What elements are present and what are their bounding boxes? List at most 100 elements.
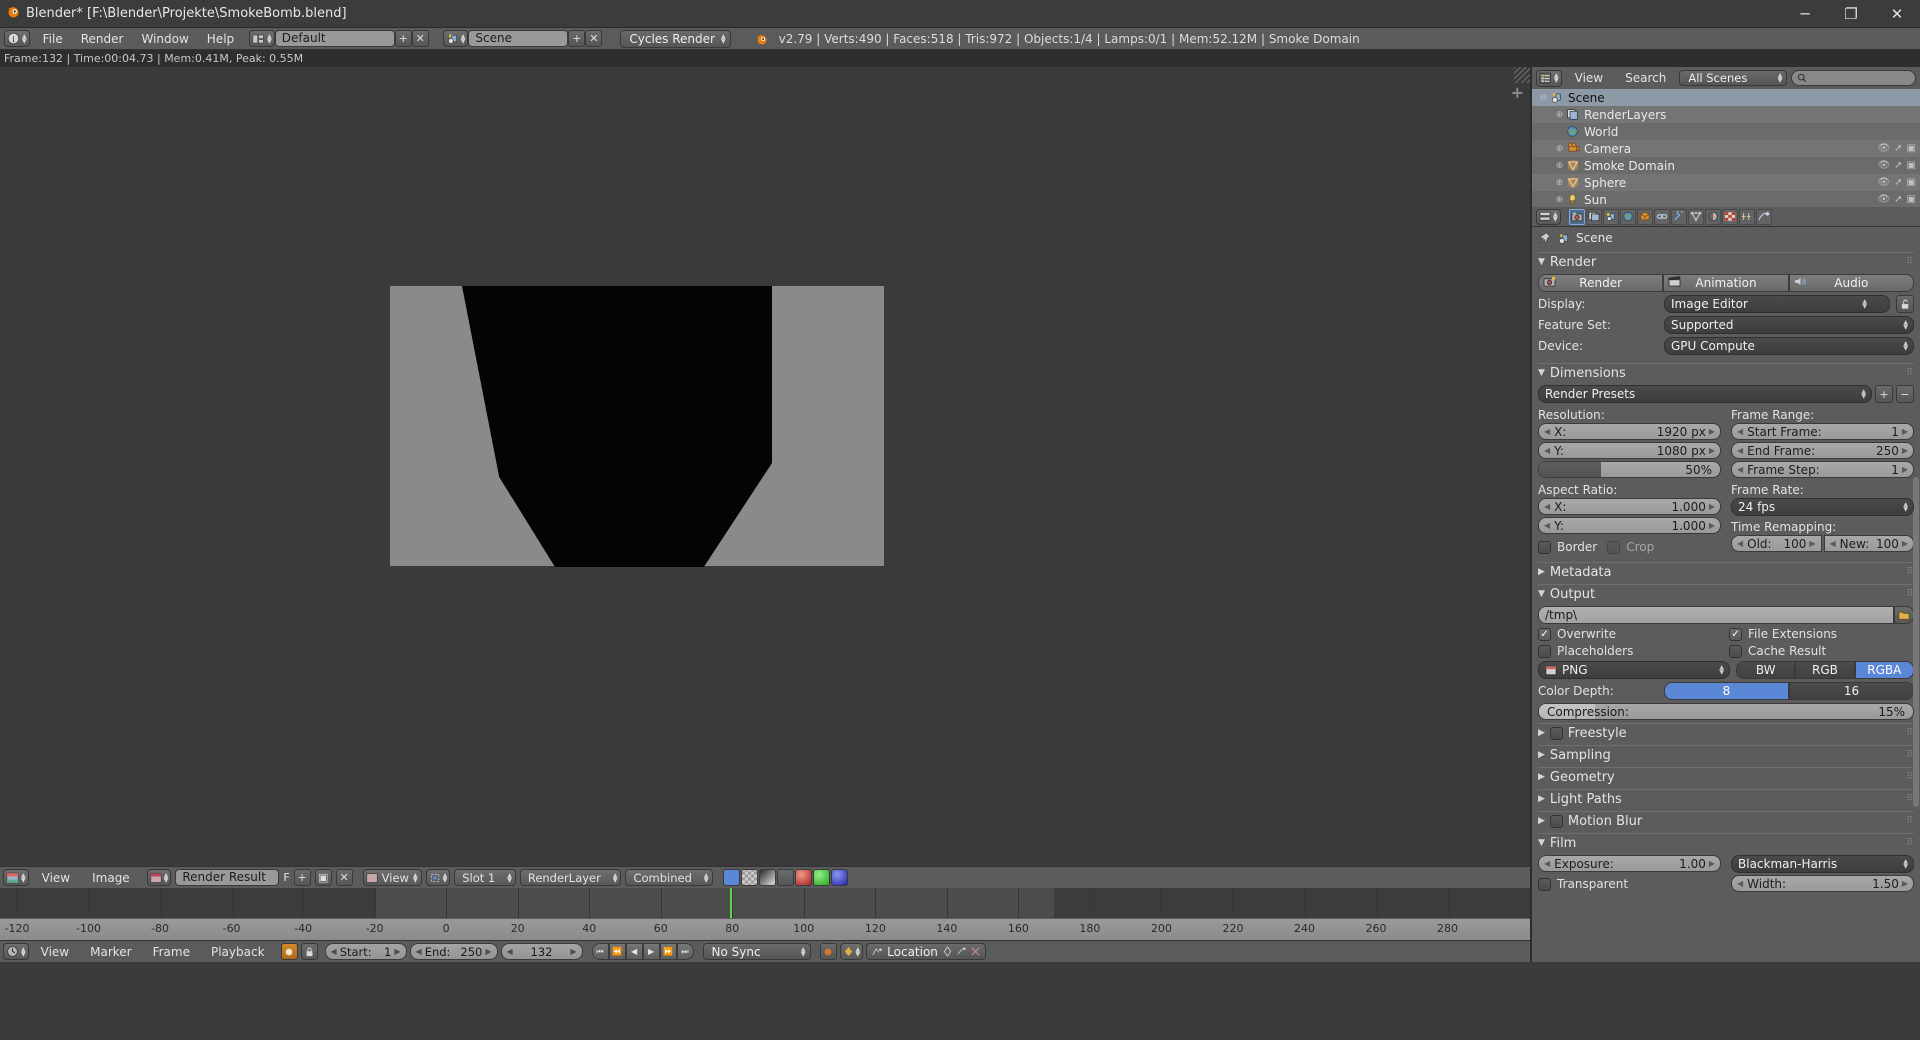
panel-header-geometry[interactable]: ▶ Geometry ⠿ (1538, 767, 1914, 786)
panel-header-render[interactable]: ▼ Render ⠿ (1538, 252, 1914, 271)
color-mode-bw-button[interactable]: BW (1736, 661, 1796, 679)
increment-icon[interactable]: ▶ (1709, 502, 1715, 511)
resolution-x-field[interactable]: ◀ X: 1920 px ▶ (1538, 423, 1721, 440)
image-image-menu[interactable]: Image (83, 867, 139, 889)
add-screen-layout-button[interactable]: + (394, 30, 412, 47)
panel-enable-checkbox[interactable] (1549, 814, 1563, 828)
scene-name-field[interactable]: Scene (468, 30, 569, 47)
image-name-field[interactable]: Render Result (175, 869, 280, 886)
delete-scene-button[interactable]: ✕ (585, 30, 603, 47)
increment-icon[interactable]: ▶ (1902, 446, 1908, 455)
display-dropdown[interactable]: Image Editor ▲ ▼ (1664, 295, 1890, 313)
display-channels-color-button[interactable] (722, 869, 740, 886)
end-frame-prop-field[interactable]: ◀ End Frame: 250 ▶ (1731, 442, 1914, 459)
crop-checkbox[interactable]: Crop (1607, 540, 1654, 554)
outliner-row-renderlayers[interactable]: ⊕ RenderLayers (1532, 106, 1920, 123)
pivot-mode-box[interactable]: ▲ ▼ (425, 869, 451, 886)
unkeyed-icon[interactable] (942, 946, 953, 957)
editor-type-selector-properties[interactable]: ▲ ▼ (1536, 208, 1561, 225)
outliner-search-menu[interactable]: Search (1616, 70, 1675, 87)
menu-render[interactable]: Render (72, 28, 133, 50)
current-frame-field[interactable]: ◀ 132 ▶ (500, 943, 583, 960)
properties-tab-object[interactable] (1636, 208, 1653, 225)
increment-icon[interactable]: ▶ (1902, 427, 1908, 436)
cursor-icon[interactable]: ➚ (1894, 177, 1902, 188)
frame-rate-dropdown[interactable]: 24 fps ▲ ▼ (1731, 498, 1914, 516)
outliner-row-camera[interactable]: ⊕ Camera 👁 ➚ ▣ (1532, 140, 1920, 157)
cache-result-checkbox[interactable]: Cache Result (1729, 644, 1914, 658)
cursor-icon[interactable]: ➚ (1894, 143, 1902, 154)
compression-slider[interactable]: Compression: 15% (1538, 703, 1914, 720)
unlink-image-button[interactable]: ✕ (335, 869, 353, 886)
increment-icon[interactable]: ▶ (1809, 539, 1815, 548)
render-slot-dropdown[interactable]: Slot 1 ▲ ▼ (454, 869, 516, 886)
transparent-checkbox[interactable]: Transparent (1538, 877, 1721, 891)
keying-set-icon-box[interactable]: ▲ ▼ (839, 943, 864, 960)
panel-header-light-paths[interactable]: ▶ Light Paths ⠿ (1538, 789, 1914, 808)
image-browse-icon-box[interactable]: ▲ ▼ (146, 869, 172, 886)
channel-blue-button[interactable] (830, 869, 848, 886)
timeline-playback-menu[interactable]: Playback (202, 941, 274, 963)
camera-restrict-icon[interactable]: ▣ (1907, 194, 1916, 205)
properties-tab-material[interactable] (1704, 208, 1721, 225)
menu-help[interactable]: Help (198, 28, 243, 50)
panel-header-metadata[interactable]: ▶ Metadata ⠿ (1538, 562, 1914, 581)
delete-screen-layout-button[interactable]: ✕ (411, 30, 429, 47)
cursor-icon[interactable]: ➚ (1894, 194, 1902, 205)
display-channels-alpha-button[interactable] (740, 869, 758, 886)
eye-icon[interactable]: 👁 (1877, 143, 1890, 154)
screen-layout-name-field[interactable]: Default (274, 30, 395, 47)
properties-tab-render[interactable] (1568, 208, 1585, 225)
expander-icon[interactable]: ⊕ (1554, 178, 1565, 188)
panel-header-film[interactable]: ▼ Film ⠿ (1538, 833, 1914, 852)
start-frame-prop-field[interactable]: ◀ Start Frame: 1 ▶ (1731, 423, 1914, 440)
timeline-view-menu[interactable]: View (32, 941, 78, 963)
view-mode-dropdown[interactable]: View ▲ ▼ (362, 869, 422, 886)
render-pass-dropdown[interactable]: Combined ▲ ▼ (625, 869, 713, 886)
browse-output-folder-button[interactable] (1894, 606, 1914, 624)
properties-tab-scene[interactable] (1602, 208, 1619, 225)
record-markers-button[interactable] (819, 943, 837, 960)
remove-preset-button[interactable]: − (1896, 385, 1914, 403)
jump-to-end-button[interactable]: ⏭ (676, 943, 694, 960)
outliner-search-input[interactable] (1791, 70, 1916, 86)
image-editor-canvas[interactable]: + (0, 67, 1530, 866)
minimize-button[interactable]: ─ (1782, 0, 1828, 28)
channel-red-button[interactable] (794, 869, 812, 886)
device-dropdown[interactable]: GPU Compute ▲ ▼ (1664, 337, 1914, 355)
outliner-view-menu[interactable]: View (1566, 70, 1612, 87)
frame-step-field[interactable]: ◀ Frame Step: 1 ▶ (1731, 461, 1914, 478)
properties-tab-texture[interactable] (1721, 208, 1738, 225)
auto-keyframe-button[interactable] (280, 943, 298, 960)
menu-file[interactable]: File (34, 28, 72, 50)
increment-icon[interactable]: ▶ (1709, 859, 1715, 868)
camera-restrict-icon[interactable]: ▣ (1907, 177, 1916, 188)
cursor-icon[interactable]: ➚ (1894, 160, 1902, 171)
timeline-marker-menu[interactable]: Marker (81, 941, 140, 963)
menu-window[interactable]: Window (132, 28, 197, 50)
panel-header-output[interactable]: ▼ Output ⠿ (1538, 584, 1914, 603)
increment-icon[interactable]: ▶ (1709, 521, 1715, 530)
render-presets-dropdown[interactable]: Render Presets ▲ ▼ (1538, 385, 1872, 403)
outliner-tree[interactable]: ⊖ Scene ⊕ RenderLayers World ⊕ Camera 👁 ➚ ▣ ⊕ Smoke… (1532, 89, 1920, 207)
sync-mode-dropdown[interactable]: No Sync ▲ ▼ (702, 943, 811, 960)
timeline-playhead[interactable] (730, 888, 732, 918)
overwrite-checkbox[interactable]: ✓ Overwrite (1538, 627, 1723, 641)
resolution-y-field[interactable]: ◀ Y: 1080 px ▶ (1538, 442, 1721, 459)
outliner-row-sun[interactable]: ⊕ Sun 👁 ➚ ▣ (1532, 191, 1920, 207)
expander-icon[interactable]: ⊕ (1554, 144, 1565, 154)
increment-icon[interactable]: ▶ (1902, 879, 1908, 888)
screen-layout-icon-box[interactable]: ▲ ▼ (249, 30, 275, 47)
new-image-button[interactable]: ▣ (314, 869, 332, 886)
jump-to-start-button[interactable]: ⏮ (591, 943, 609, 960)
audio-button[interactable]: Audio (1788, 274, 1914, 292)
placeholders-checkbox[interactable]: Placeholders (1538, 644, 1723, 658)
eye-icon[interactable]: 👁 (1877, 177, 1890, 188)
toolshelf-expand-icon[interactable]: + (1511, 85, 1524, 101)
start-frame-field[interactable]: ◀ Start: 1 ▶ (324, 943, 407, 960)
add-image-button[interactable]: + (293, 869, 311, 886)
scene-icon-box[interactable]: ▲ ▼ (442, 30, 469, 47)
output-path-field[interactable]: /tmp\ (1538, 606, 1894, 624)
close-button[interactable]: ✕ (1874, 0, 1920, 28)
properties-tab-data[interactable] (1687, 208, 1704, 225)
